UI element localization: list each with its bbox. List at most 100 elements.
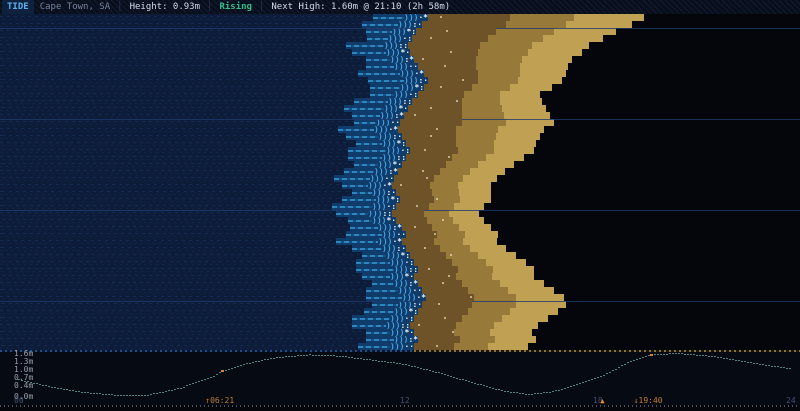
wet-sand [414, 315, 462, 322]
tide-curve-dot [195, 382, 197, 384]
tide-curve-dot [381, 360, 383, 362]
tide-curve-dot [681, 353, 683, 355]
drying-sand [500, 280, 544, 287]
foam-glyph: :: [408, 266, 418, 273]
ocean-water [0, 161, 354, 168]
wave-crest-glyph: ))):· [378, 133, 402, 140]
location-label: Cape Town, SA [39, 2, 111, 12]
damp-sand [456, 133, 496, 140]
wave-crest-glyph: )))·· [376, 119, 400, 126]
foam-glyph: :: [396, 154, 406, 161]
ocean-water [0, 77, 368, 84]
tide-curve-dot [573, 385, 575, 387]
ocean-water [0, 259, 356, 266]
drying-sand [478, 252, 516, 259]
wet-sand [394, 175, 434, 182]
foam-speck [418, 324, 420, 326]
tide-curve-dot [243, 363, 245, 365]
drying-sand [532, 42, 589, 49]
tide-curve-dot [345, 356, 347, 358]
tide-curve-dot [399, 363, 401, 365]
tide-curve-dot [390, 362, 392, 363]
tide-graph: 1.6m1.3m1.0m0.7m0.4m0.0m0006121824↑06:21… [0, 350, 800, 405]
wet-sand [406, 140, 456, 147]
tide-terminal: TIDE Cape Town, SA │ Height: 0.93m │ Ris… [0, 0, 800, 411]
wave-crest-glyph: ))):* [394, 280, 418, 287]
tide-curve-dot [144, 394, 146, 396]
ocean-water [0, 14, 373, 21]
wave-crest-glyph: )))·· [394, 63, 418, 70]
tide-curve-dot [108, 394, 110, 396]
wet-sand [414, 56, 476, 63]
foam-glyph: ·· [396, 231, 406, 238]
tide-curve-dot [762, 364, 764, 366]
tide-curve-dot [459, 378, 461, 380]
tide-curve-dot [678, 353, 680, 354]
tide-curve-dot [327, 355, 329, 357]
tide-curve-dot [540, 392, 542, 394]
drying-sand [453, 217, 484, 224]
foam-speck [430, 37, 432, 39]
tide-curve-dot [354, 357, 356, 359]
foam-glyph: *: [400, 252, 410, 259]
wave-crest-glyph: )))·* [400, 70, 424, 77]
surf-band [362, 21, 398, 28]
ocean-water [0, 147, 348, 154]
wet-sand [414, 329, 454, 336]
drying-sand [528, 49, 582, 56]
foam-speck [400, 184, 402, 186]
tide-curve-dot [600, 375, 602, 377]
drying-sand [454, 203, 484, 210]
tide-curve-dot [285, 356, 287, 358]
tide-curve-dot [402, 363, 404, 365]
tide-curve-dot [630, 360, 632, 362]
scene-row: )))·: [0, 259, 800, 266]
wave-crest-glyph: ))):* [394, 336, 418, 343]
tide-curve-dot [192, 383, 194, 385]
tide-curve-dot [453, 376, 455, 378]
wave-crest-glyph: ))):* [378, 224, 402, 231]
foam-speck [422, 58, 424, 60]
wet-sand [426, 294, 474, 301]
wave-crest-glyph: )))*: [392, 28, 416, 35]
tide-curve-dot [435, 371, 437, 373]
bottom-axis-dots [0, 405, 800, 407]
foam-glyph: *· [386, 217, 396, 224]
foam-speck [440, 86, 442, 88]
scene-row: )))·: [0, 315, 800, 322]
tide-curve-dot [546, 392, 548, 394]
tide-curve-dot [294, 355, 296, 357]
x-axis-tick-label: 12 [400, 396, 410, 405]
tide-curve-dot [483, 385, 485, 387]
foam-glyph: ·* [418, 14, 428, 21]
tide-curve-dot [96, 393, 98, 395]
foam-glyph: *: [396, 140, 406, 147]
foam-speck [426, 177, 428, 179]
damp-sand [456, 126, 498, 133]
tide-curve-dot [426, 369, 428, 371]
scene-row: ))):· [0, 21, 800, 28]
tide-curve-dot [369, 359, 371, 361]
tide-curve-dot [633, 359, 635, 361]
wet-sand [418, 308, 468, 315]
foam-glyph: :: [400, 322, 410, 329]
foam-speck [450, 254, 452, 256]
tide-curve-dot [156, 392, 158, 394]
tide-curve-dot [219, 372, 221, 374]
sunset-marker-dot [649, 353, 653, 356]
foam-glyph: :· [418, 77, 428, 84]
tide-curve-dot [27, 381, 29, 383]
tide-curve-dot [198, 381, 200, 383]
scene-row: )))*· [0, 217, 800, 224]
tide-curve-dot [288, 356, 290, 357]
tide-curve-dot [99, 393, 101, 395]
surf-band [348, 154, 382, 161]
separator: │ [207, 2, 213, 12]
tide-curve-dot [429, 370, 431, 371]
tide-curve-dot [783, 367, 785, 369]
wave-crest-glyph: )))*: [386, 252, 410, 259]
surf-band [368, 77, 404, 84]
scene-row: ))):* [0, 112, 800, 119]
wet-sand [428, 14, 510, 21]
drying-sand [459, 224, 491, 231]
